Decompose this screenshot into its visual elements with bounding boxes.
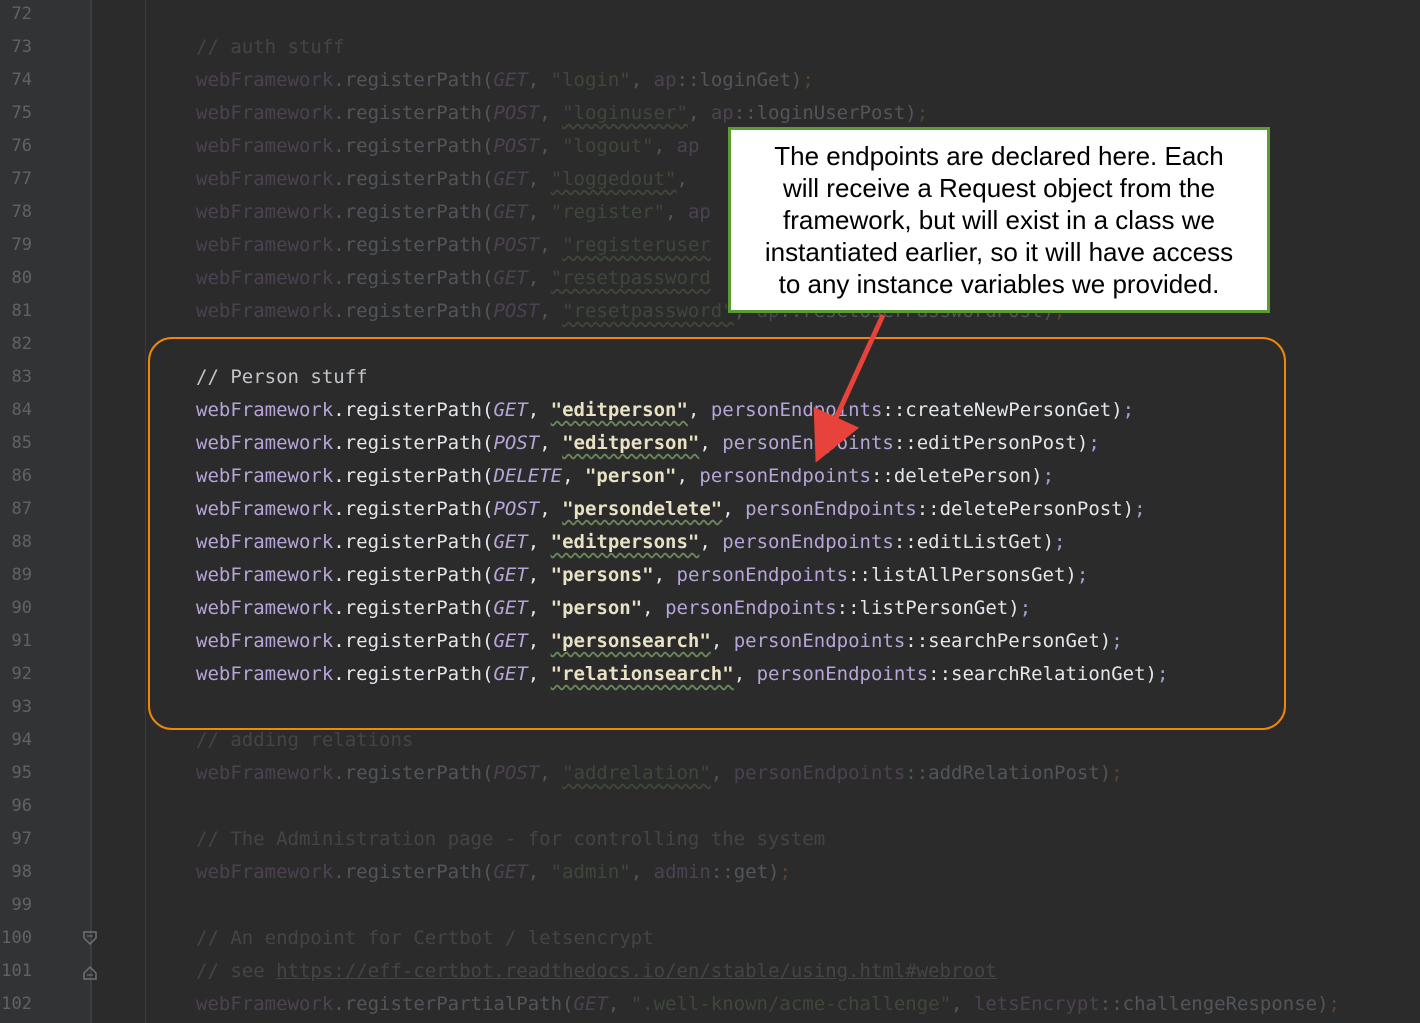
callout-line: The endpoints are declared here. Each [774, 141, 1224, 171]
callout-line: to any instance variables we provided. [778, 269, 1220, 299]
callout-line: instantiated earlier, so it will have ac… [764, 237, 1234, 267]
callout-line: framework, but will exist in a class we [782, 205, 1216, 235]
annotation-callout: The endpoints are declared here. Each wi… [728, 127, 1270, 313]
callout-line: will receive a Request object from the [782, 173, 1216, 203]
